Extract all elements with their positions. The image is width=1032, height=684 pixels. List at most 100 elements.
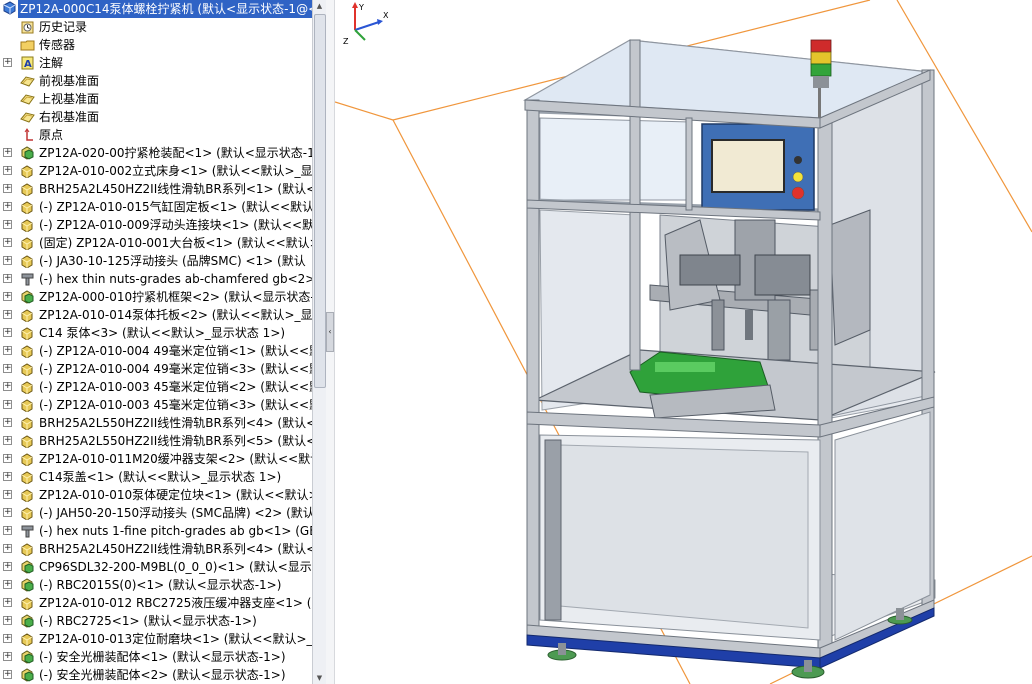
- tree-item[interactable]: 右视基准面: [0, 108, 312, 126]
- collapse-panel-icon[interactable]: ‹: [326, 312, 334, 352]
- tree-item[interactable]: 上视基准面: [0, 90, 312, 108]
- tree-scrollbar[interactable]: ▲ ▼: [312, 0, 327, 684]
- expand-toggle-icon[interactable]: +: [3, 544, 12, 553]
- tree-item[interactable]: + (-) hex thin nuts-grades ab-chamfered g…: [0, 270, 312, 288]
- expand-toggle-icon[interactable]: +: [3, 616, 12, 625]
- tree-item-label: ZP12A-010-014泵体托板<2> (默认<<默认>_显示: [39, 308, 312, 322]
- expand-toggle-icon[interactable]: +: [3, 400, 12, 409]
- expand-toggle-icon[interactable]: +: [3, 364, 12, 373]
- expand-toggle-icon[interactable]: +: [3, 652, 12, 661]
- tree-item[interactable]: + ZP12A-010-014泵体托板<2> (默认<<默认>_显示: [0, 306, 312, 324]
- expand-toggle-icon[interactable]: +: [3, 472, 12, 481]
- tree-item[interactable]: + (固定) ZP12A-010-001大台板<1> (默认<<默认>_: [0, 234, 312, 252]
- expand-toggle-icon[interactable]: +: [3, 166, 12, 175]
- tree-item-label: (-) ZP12A-010-003 45毫米定位销<3> (默认<<默: [39, 398, 312, 412]
- expand-toggle-icon[interactable]: +: [3, 58, 12, 67]
- tree-item[interactable]: 原点: [0, 126, 312, 144]
- expand-toggle-icon[interactable]: +: [3, 328, 12, 337]
- panel-splitter[interactable]: ‹: [326, 0, 335, 684]
- part-icon: [21, 201, 33, 214]
- toolbox-part-icon: [21, 273, 34, 286]
- expand-toggle-icon[interactable]: +: [3, 454, 12, 463]
- expand-toggle-icon[interactable]: +: [3, 148, 12, 157]
- tree-item[interactable]: + BRH25A2L450HZ2II线性滑轨BR系列<4> (默认<显: [0, 540, 312, 558]
- tree-item[interactable]: + C14泵盖<1> (默认<<默认>_显示状态 1>): [0, 468, 312, 486]
- tree-item[interactable]: + (-) ZP12A-010-009浮动头连接块<1> (默认<<默认>: [0, 216, 312, 234]
- tree-item[interactable]: + (-) 安全光栅装配体<2> (默认<显示状态-1>): [0, 666, 312, 684]
- tree-item[interactable]: + BRH25A2L550HZ2II线性滑轨BR系列<4> (默认<显: [0, 414, 312, 432]
- tree-item[interactable]: + (-) hex nuts 1-fine pitch-grades ab gb<…: [0, 522, 312, 540]
- subassembly-icon: [21, 146, 34, 160]
- expand-toggle-icon[interactable]: +: [3, 346, 12, 355]
- expand-toggle-icon[interactable]: +: [3, 562, 12, 571]
- tree-item[interactable]: + ZP12A-020-00拧紧枪装配<1> (默认<显示状态-1>: [0, 144, 312, 162]
- expand-toggle-icon[interactable]: +: [3, 274, 12, 283]
- plane-icon: [20, 112, 35, 123]
- tree-item[interactable]: + BRH25A2L450HZ2II线性滑轨BR系列<1> (默认<显: [0, 180, 312, 198]
- subassembly-icon: [21, 290, 34, 304]
- tree-item[interactable]: + (-) RBC2015S(0)<1> (默认<显示状态-1>): [0, 576, 312, 594]
- tree-item[interactable]: + (-) 安全光栅装配体<1> (默认<显示状态-1>): [0, 648, 312, 666]
- expand-toggle-icon[interactable]: +: [3, 508, 12, 517]
- tree-item-label: ZP12A-000-010拧紧机框架<2> (默认<显示状态-1: [39, 290, 312, 304]
- expand-toggle-icon[interactable]: +: [3, 418, 12, 427]
- tree-item[interactable]: 历史记录: [0, 18, 312, 36]
- expand-toggle-icon[interactable]: +: [3, 382, 12, 391]
- expand-toggle-icon[interactable]: +: [3, 670, 12, 679]
- tree-item-label: (-) ZP12A-010-003 45毫米定位销<2> (默认<<默: [39, 380, 312, 394]
- part-icon: [21, 345, 33, 358]
- tree-item[interactable]: + ZP12A-010-011M20缓冲器支架<2> (默认<<默认: [0, 450, 312, 468]
- expand-toggle-icon[interactable]: +: [3, 292, 12, 301]
- tree-item[interactable]: + (-) ZP12A-010-015气缸固定板<1> (默认<<默认>_显: [0, 198, 312, 216]
- part-icon: [21, 435, 33, 448]
- tree-item-label: 前视基准面: [39, 74, 100, 88]
- expand-toggle-icon[interactable]: +: [3, 184, 12, 193]
- expand-toggle-icon[interactable]: +: [3, 202, 12, 211]
- tree-item[interactable]: + (-) ZP12A-010-004 49毫米定位销<3> (默认<<默: [0, 360, 312, 378]
- expand-toggle-icon[interactable]: +: [3, 256, 12, 265]
- graphics-viewport[interactable]: Y X Z: [335, 0, 1032, 684]
- tree-item[interactable]: 前视基准面: [0, 72, 312, 90]
- origin-icon: [24, 128, 33, 141]
- subassembly-icon: [21, 650, 34, 664]
- tree-item-label: ZP12A-010-013定位耐磨块<1> (默认<<默认>_显: [39, 632, 312, 646]
- expand-toggle-icon[interactable]: +: [3, 526, 12, 535]
- tree-item[interactable]: + (-) ZP12A-010-003 45毫米定位销<3> (默认<<默: [0, 396, 312, 414]
- scrollbar-thumb[interactable]: [314, 14, 326, 388]
- expand-toggle-icon[interactable]: +: [3, 634, 12, 643]
- expand-toggle-icon[interactable]: +: [3, 598, 12, 607]
- tree-item[interactable]: + ZP12A-010-010泵体硬定位块<1> (默认<<默认>_: [0, 486, 312, 504]
- tree-item[interactable]: + C14 泵体<3> (默认<<默认>_显示状态 1>): [0, 324, 312, 342]
- expand-toggle-icon[interactable]: +: [3, 490, 12, 499]
- tree-item[interactable]: + ZP12A-000-010拧紧机框架<2> (默认<显示状态-1: [0, 288, 312, 306]
- tree-item-label: (-) JA30-10-125浮动接头 (品牌SMC) <1> (默认: [39, 254, 306, 268]
- tree-item-label: (-) RBC2725<1> (默认<显示状态-1>): [39, 614, 257, 628]
- tree-item[interactable]: + BRH25A2L550HZ2II线性滑轨BR系列<5> (默认<显: [0, 432, 312, 450]
- tree-root-assembly[interactable]: ZP12A-000C14泵体螺栓拧紧机 (默认<显示状态-1@<: [0, 0, 312, 18]
- expand-toggle-icon[interactable]: +: [3, 220, 12, 229]
- tree-item[interactable]: + (-) JAH50-20-150浮动接头 (SMC品牌) <2> (默认: [0, 504, 312, 522]
- expand-toggle-icon[interactable]: +: [3, 238, 12, 247]
- tree-item[interactable]: + ZP12A-010-002立式床身<1> (默认<<默认>_显示: [0, 162, 312, 180]
- scroll-up-arrow-icon[interactable]: ▲: [314, 0, 325, 12]
- tree-item-label: 注解: [39, 56, 64, 70]
- expand-toggle-icon[interactable]: +: [3, 310, 12, 319]
- part-icon: [21, 633, 33, 646]
- tree-item[interactable]: + (-) RBC2725<1> (默认<显示状态-1>): [0, 612, 312, 630]
- root-assembly-label: ZP12A-000C14泵体螺栓拧紧机 (默认<显示状态-1@<: [18, 0, 312, 18]
- expand-toggle-icon[interactable]: +: [3, 436, 12, 445]
- tree-item-label: 上视基准面: [39, 92, 100, 106]
- tree-item[interactable]: 传感器: [0, 36, 312, 54]
- scroll-down-arrow-icon[interactable]: ▼: [314, 672, 325, 684]
- tree-item[interactable]: + (-) ZP12A-010-004 49毫米定位销<1> (默认<<默: [0, 342, 312, 360]
- tree-item[interactable]: + (-) ZP12A-010-003 45毫米定位销<2> (默认<<默: [0, 378, 312, 396]
- expand-toggle-icon[interactable]: +: [3, 580, 12, 589]
- feature-manager-tree[interactable]: ZP12A-000C14泵体螺栓拧紧机 (默认<显示状态-1@< 历史记录 传感器…: [0, 0, 312, 684]
- tree-item-label: BRH25A2L550HZ2II线性滑轨BR系列<5> (默认<显: [39, 434, 312, 448]
- tree-item[interactable]: + CP96SDL32-200-M9BL(0_0_0)<1> (默认<显示状: [0, 558, 312, 576]
- tree-item[interactable]: + ZP12A-010-013定位耐磨块<1> (默认<<默认>_显: [0, 630, 312, 648]
- tree-item[interactable]: + ZP12A-010-012 RBC2725液压缓冲器支座<1> (默: [0, 594, 312, 612]
- tree-item[interactable]: + (-) JA30-10-125浮动接头 (品牌SMC) <1> (默认: [0, 252, 312, 270]
- tree-item-label: ZP12A-010-002立式床身<1> (默认<<默认>_显示: [39, 164, 312, 178]
- tree-item[interactable]: + A 注解: [0, 54, 312, 72]
